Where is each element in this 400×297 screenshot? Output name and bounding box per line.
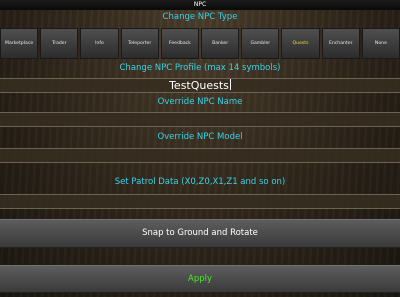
window-title: NPC bbox=[0, 0, 400, 10]
npc-type-button-feedback[interactable]: Feedback bbox=[160, 28, 200, 59]
npc-type-button-banker[interactable]: Banker bbox=[201, 28, 240, 59]
npc-type-button-enchanter[interactable]: Enchanter bbox=[321, 28, 360, 59]
npc-type-heading: Change NPC Type bbox=[162, 12, 238, 22]
npc-panel: NPC Change NPC Type Marketplace Trader Inf… bbox=[0, 0, 400, 297]
npc-type-button-info[interactable]: Info bbox=[80, 28, 119, 59]
npc-type-button-trader[interactable]: Trader bbox=[40, 28, 79, 59]
npc-type-button-marketplace[interactable]: Marketplace bbox=[0, 28, 39, 59]
npc-type-button-none[interactable]: None bbox=[361, 28, 400, 59]
npc-type-selector: Marketplace Trader Info Teleporter Feedback B… bbox=[0, 28, 400, 59]
npc-profile-heading: Change NPC Profile (max 14 symbols) bbox=[119, 63, 281, 73]
override-model-field[interactable] bbox=[0, 148, 400, 163]
npc-type-button-gambler[interactable]: Gambler bbox=[241, 28, 280, 59]
patrol-data-field[interactable] bbox=[0, 194, 400, 209]
npc-profile-value: TestQuests bbox=[169, 79, 231, 92]
npc-type-button-teleporter[interactable]: Teleporter bbox=[120, 28, 159, 59]
override-name-field[interactable] bbox=[0, 112, 400, 127]
snap-rotate-button[interactable]: Snap to Ground and Rotate bbox=[0, 219, 400, 248]
text-caret bbox=[229, 79, 231, 90]
patrol-data-heading: Set Patrol Data (X0,Z0,X1,Z1 and so on) bbox=[114, 177, 286, 187]
override-model-heading: Override NPC Model bbox=[157, 132, 243, 142]
override-name-heading: Override NPC Name bbox=[157, 97, 243, 107]
npc-type-button-quests[interactable]: Quests bbox=[281, 28, 320, 59]
apply-button[interactable]: Apply bbox=[0, 265, 400, 293]
